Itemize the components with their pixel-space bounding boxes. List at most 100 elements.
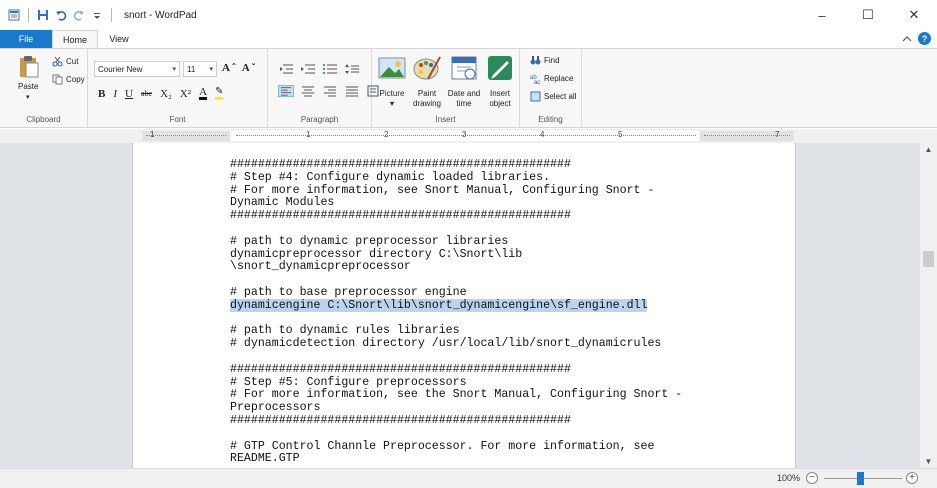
zoom-slider-thumb[interactable] — [857, 472, 864, 485]
tab-view[interactable]: View — [98, 30, 140, 48]
insert-group-label: Insert — [435, 115, 456, 124]
paint-drawing-label-1: Paint — [417, 89, 437, 98]
find-label: Find — [544, 56, 560, 65]
justify-icon[interactable] — [344, 85, 360, 97]
paint-drawing-button[interactable]: Paint drawing — [410, 53, 444, 109]
scrollbar-thumb[interactable] — [923, 251, 934, 267]
chevron-down-icon: ▾ — [172, 66, 176, 73]
picture-button[interactable]: Picture ▾ — [376, 53, 408, 109]
replace-label: Replace — [544, 74, 574, 83]
copy-label: Copy — [66, 75, 85, 84]
bullets-icon[interactable] — [322, 63, 338, 75]
paragraph-group: Paragraph — [268, 49, 379, 127]
insert-object-label-1: Insert — [489, 89, 510, 98]
undo-icon[interactable] — [55, 9, 67, 21]
underline-button[interactable]: U — [125, 88, 133, 100]
decrease-indent-icon[interactable] — [278, 63, 294, 75]
picture-dropdown-icon: ▾ — [389, 99, 394, 108]
text-color-button[interactable]: A — [199, 87, 208, 100]
align-right-icon[interactable] — [322, 85, 338, 97]
grow-shrink-font-buttons[interactable]: Aˆ Aˇ — [222, 62, 257, 74]
ruler-number: 5 — [618, 130, 623, 139]
collapse-ribbon-icon[interactable] — [902, 35, 912, 43]
ribbon-help-area: ? — [902, 32, 931, 45]
ribbon-tabs: File Home View ? — [0, 30, 937, 48]
copy-button[interactable]: Copy — [52, 74, 85, 85]
picture-label: Picture — [379, 89, 405, 98]
maximize-button[interactable]: ☐ — [845, 0, 891, 30]
superscript-button[interactable]: X² — [180, 88, 191, 100]
line-spacing-icon[interactable] — [344, 63, 360, 75]
wordpad-window: snort - WordPad – ☐ ✕ File Home View ? P… — [0, 0, 937, 488]
redo-icon[interactable] — [73, 9, 85, 21]
copy-icon — [52, 74, 63, 85]
help-icon[interactable]: ? — [918, 32, 931, 45]
document-line: ########################################… — [230, 413, 571, 427]
vertical-scrollbar[interactable]: ▲ ▼ — [920, 143, 937, 468]
paste-icon[interactable] — [18, 55, 40, 79]
align-center-icon[interactable] — [300, 85, 316, 97]
font-family-value: Courier New — [98, 64, 143, 74]
minimize-button[interactable]: – — [799, 0, 845, 30]
document-line: ########################################… — [230, 209, 571, 223]
ruler-ticks-left — [146, 135, 226, 136]
ruler-number: 3 — [462, 130, 467, 139]
document-line: ########################################… — [230, 158, 571, 171]
zoom-in-button[interactable]: + — [906, 472, 918, 484]
document-line: \snort_dynamicpreprocessor — [230, 260, 411, 274]
save-icon[interactable] — [37, 9, 49, 21]
subscript-button[interactable]: X₂ — [160, 88, 172, 100]
ribbon: Paste ▾ Cut Copy Clipboard Courier New ▾… — [0, 48, 937, 128]
clipboard-group-label: Clipboard — [26, 115, 61, 124]
highlight-color-button[interactable]: ✎ — [215, 87, 224, 100]
close-button[interactable]: ✕ — [891, 0, 937, 30]
cut-button[interactable]: Cut — [52, 56, 78, 67]
ruler[interactable]: 1 1 2 3 4 5 7 — [0, 129, 937, 143]
quick-access-toolbar: snort - WordPad — [0, 0, 197, 30]
document-page[interactable]: ########################################… — [132, 143, 796, 468]
selected-text[interactable]: dynamicengine C:\Snort\lib\snort_dynamic… — [230, 298, 648, 312]
document-workspace: ########################################… — [0, 143, 920, 468]
font-size-value: 11 — [187, 64, 196, 74]
paste-button[interactable]: Paste — [18, 82, 38, 91]
replace-icon: abac — [530, 75, 540, 84]
document-line: dynamicengine C:\Snort\lib\snort_dynamic… — [230, 298, 682, 313]
date-time-label-1: Date and — [447, 89, 481, 98]
paste-dropdown-icon[interactable]: ▾ — [26, 93, 30, 101]
svg-text:ac: ac — [534, 80, 540, 84]
paragraph-align-row — [278, 85, 382, 97]
chevron-down-icon: ▾ — [209, 66, 213, 73]
document-line: ########################################… — [230, 362, 571, 376]
editing-group-label: Editing — [538, 115, 563, 124]
find-button[interactable]: Find — [530, 55, 560, 66]
replace-button[interactable]: ab ac Replace — [530, 73, 573, 84]
italic-button[interactable]: I — [113, 88, 117, 100]
date-time-button[interactable]: Date and time — [446, 53, 482, 109]
font-size-select[interactable]: 11 ▾ — [183, 61, 217, 77]
scroll-up-icon[interactable]: ▲ — [920, 145, 937, 154]
document-line: # path to dynamic preprocessor libraries — [230, 234, 509, 248]
picture-icon — [378, 57, 406, 79]
font-family-select[interactable]: Courier New ▾ — [94, 61, 180, 77]
document-text[interactable]: ########################################… — [230, 158, 682, 466]
title-separator — [111, 8, 112, 22]
increase-indent-icon[interactable] — [300, 63, 316, 75]
select-all-button[interactable]: Select all — [530, 91, 576, 102]
strikethrough-button[interactable]: abc — [141, 89, 152, 98]
document-line: # dynamicdetection directory /usr/local/… — [230, 337, 662, 351]
paragraph-group-label: Paragraph — [300, 115, 339, 124]
document-line: README.GTP — [230, 452, 300, 466]
scissors-icon — [52, 56, 63, 67]
tab-home[interactable]: Home — [52, 30, 98, 48]
customize-qat-icon[interactable] — [91, 9, 103, 21]
tab-file[interactable]: File — [0, 30, 52, 48]
bold-button[interactable]: B — [98, 88, 105, 100]
scroll-down-icon[interactable]: ▼ — [920, 457, 937, 466]
insert-object-button[interactable]: Insert object — [484, 53, 516, 109]
wordpad-icon[interactable] — [8, 9, 20, 21]
align-left-icon[interactable] — [278, 85, 294, 97]
zoom-out-button[interactable]: − — [806, 472, 818, 484]
